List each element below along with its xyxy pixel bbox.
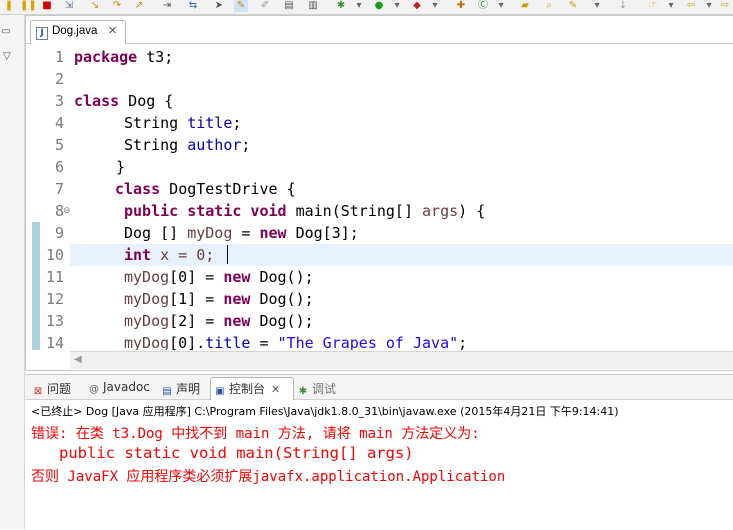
line-number: 4 bbox=[54, 114, 64, 132]
code-line: package t3; bbox=[74, 48, 174, 66]
line-number: 8 bbox=[54, 202, 64, 220]
annotation-icon[interactable]: ✎ bbox=[566, 0, 580, 12]
terminate-icon[interactable]: ■ bbox=[40, 0, 54, 12]
console-status: <已终止> Dog [Java 应用程序] C:\Program Files\J… bbox=[31, 405, 619, 418]
horizontal-scrollbar[interactable]: ◀ bbox=[70, 351, 733, 369]
code-line: class Dog { bbox=[74, 92, 174, 110]
highlight-icon[interactable]: ✎ bbox=[234, 0, 248, 12]
split-icon[interactable]: ▥ bbox=[306, 0, 320, 12]
declaration-icon: ▤ bbox=[162, 386, 172, 397]
tab-dog-java[interactable]: J Dog.java ✕ bbox=[30, 20, 126, 44]
line-number: 13 bbox=[45, 312, 64, 330]
step-return-icon[interactable]: ↗ bbox=[132, 0, 146, 12]
code-line: Dog [] myDog = new Dog[3]; bbox=[124, 224, 359, 242]
run-dropdown-icon[interactable]: ▾ bbox=[390, 0, 404, 12]
last-edit-dropdown-icon[interactable]: ▾ bbox=[664, 0, 678, 12]
code-editor: J Dog.java ✕ 1 2 3 4 5 6 7 8 ⊖ 9 10 11 1… bbox=[25, 15, 733, 371]
code-line: myDog[2] = new Dog(); bbox=[124, 312, 314, 330]
tab-console[interactable]: ▣ 控制台 ✕ bbox=[214, 380, 280, 397]
tab-problems[interactable]: ⊠ 问题 bbox=[32, 380, 71, 397]
close-icon[interactable]: ✕ bbox=[271, 383, 280, 396]
debug-icon[interactable]: ✱ bbox=[334, 0, 348, 12]
close-icon[interactable]: ✕ bbox=[108, 24, 117, 37]
main-toolbar: ❚ ❚❚ ■ ⇲ ↘ ↷ ↗ ⇥ ⇆ ➤ ✎ ✐ ▤ ▥ ✱ ▾ ● ▾ ◆ ▾… bbox=[0, 0, 733, 15]
edit-icon[interactable]: ✐ bbox=[258, 0, 272, 12]
external-dropdown-icon[interactable]: ▾ bbox=[428, 0, 442, 12]
line-number: 3 bbox=[54, 92, 64, 110]
code-line: class DogTestDrive { bbox=[115, 180, 296, 198]
dropdown-icon[interactable]: ▾ bbox=[352, 0, 366, 12]
forward-icon[interactable]: ⇨ bbox=[718, 0, 732, 12]
line-number: 7 bbox=[54, 180, 64, 198]
new-java-package-icon[interactable]: ✚ bbox=[454, 0, 468, 12]
fold-collapse-icon[interactable]: ⊖ bbox=[63, 206, 71, 216]
use-step-filters-icon[interactable]: ⇆ bbox=[186, 0, 200, 12]
line-number: 5 bbox=[54, 136, 64, 154]
tab-javadoc[interactable]: @ Javadoc bbox=[88, 380, 150, 395]
code-line: } bbox=[116, 158, 126, 176]
pointer-icon[interactable]: ➤ bbox=[212, 0, 226, 12]
line-number: 9 bbox=[54, 224, 64, 242]
pause-icon[interactable]: ❚ bbox=[2, 0, 16, 12]
external-tools-icon[interactable]: ◆ bbox=[410, 0, 424, 12]
java-file-icon: J bbox=[36, 27, 48, 40]
tab-label: Dog.java bbox=[52, 25, 98, 37]
suspend-icon[interactable]: ❚❚ bbox=[20, 0, 37, 12]
scroll-left-icon[interactable]: ◀ bbox=[74, 354, 82, 365]
text-caret bbox=[227, 245, 228, 264]
back-dropdown-icon[interactable]: ▾ bbox=[702, 0, 716, 12]
code-line: public static void main(String[] args) { bbox=[124, 202, 486, 220]
at-icon: @ bbox=[89, 384, 99, 395]
code-line: myDog[0].title = "The Grapes of Java"; bbox=[124, 334, 468, 350]
step-over-icon[interactable]: ↷ bbox=[110, 0, 124, 12]
tab-debug[interactable]: ✱ 调试 bbox=[297, 380, 336, 397]
code-line: myDog[0] = new Dog(); bbox=[124, 268, 314, 286]
search-icon[interactable]: ⌕ bbox=[542, 0, 556, 12]
bottom-panel: ⊠ 问题 @ Javadoc ▤ 声明 ▣ 控制台 ✕ ✱ 调试 <已终止> Dog [Ja… bbox=[25, 374, 733, 530]
next-annotation-icon[interactable]: ↓ bbox=[616, 0, 630, 12]
code-line: myDog[1] = new Dog(); bbox=[124, 290, 314, 308]
back-icon[interactable]: ⇦ bbox=[684, 0, 698, 12]
line-number: 2 bbox=[54, 70, 64, 88]
line-number: 1 bbox=[54, 48, 64, 66]
problems-icon: ⊠ bbox=[33, 386, 43, 397]
open-type-icon[interactable]: ▰ bbox=[518, 0, 532, 12]
restore-view-icon[interactable]: ▭ bbox=[1, 26, 10, 37]
left-view-strip: ▭ ▽ bbox=[0, 15, 25, 529]
drop-frame-icon[interactable]: ⇥ bbox=[160, 0, 174, 12]
debug-icon: ✱ bbox=[298, 386, 308, 397]
editor-tab-bar: J Dog.java ✕ bbox=[26, 20, 733, 44]
step-into-icon[interactable]: ↘ bbox=[88, 0, 102, 12]
line-number: 12 bbox=[45, 290, 64, 308]
new-class-dropdown-icon[interactable]: ▾ bbox=[494, 0, 508, 12]
new-class-icon[interactable]: Ⓒ bbox=[476, 0, 490, 12]
console-output-line: 错误: 在类 t3.Dog 中找不到 main 方法, 请将 main 方法定义… bbox=[31, 426, 480, 442]
code-line: String title; bbox=[124, 114, 242, 132]
line-number: 6 bbox=[54, 158, 64, 176]
line-number: 14 bbox=[45, 334, 64, 350]
code-lines[interactable]: 1 2 3 4 5 6 7 8 ⊖ 9 10 11 12 13 14 packa… bbox=[26, 46, 733, 350]
disconnect-icon[interactable]: ⇲ bbox=[62, 0, 76, 12]
console-output-line: public static void main(String[] args) bbox=[31, 444, 414, 462]
run-icon[interactable]: ● bbox=[372, 0, 386, 12]
line-number: 10 bbox=[45, 246, 64, 264]
console-output-line: 否则 JavaFX 应用程序类必须扩展javafx.application.Ap… bbox=[31, 469, 506, 485]
last-edit-icon[interactable]: ☞ bbox=[646, 0, 660, 12]
code-line: String author; bbox=[124, 136, 251, 154]
code-line: int x = 0; bbox=[124, 246, 215, 264]
panel-tab-bar: ⊠ 问题 @ Javadoc ▤ 声明 ▣ 控制台 ✕ ✱ 调试 bbox=[25, 375, 733, 400]
view-menu-icon[interactable]: ▽ bbox=[3, 51, 11, 62]
line-number: 11 bbox=[45, 268, 64, 286]
search-dropdown-icon[interactable]: ▾ bbox=[590, 0, 604, 12]
document-icon[interactable]: ▤ bbox=[282, 0, 296, 12]
tab-declaration[interactable]: ▤ 声明 bbox=[161, 380, 200, 397]
console-icon: ▣ bbox=[215, 386, 225, 397]
